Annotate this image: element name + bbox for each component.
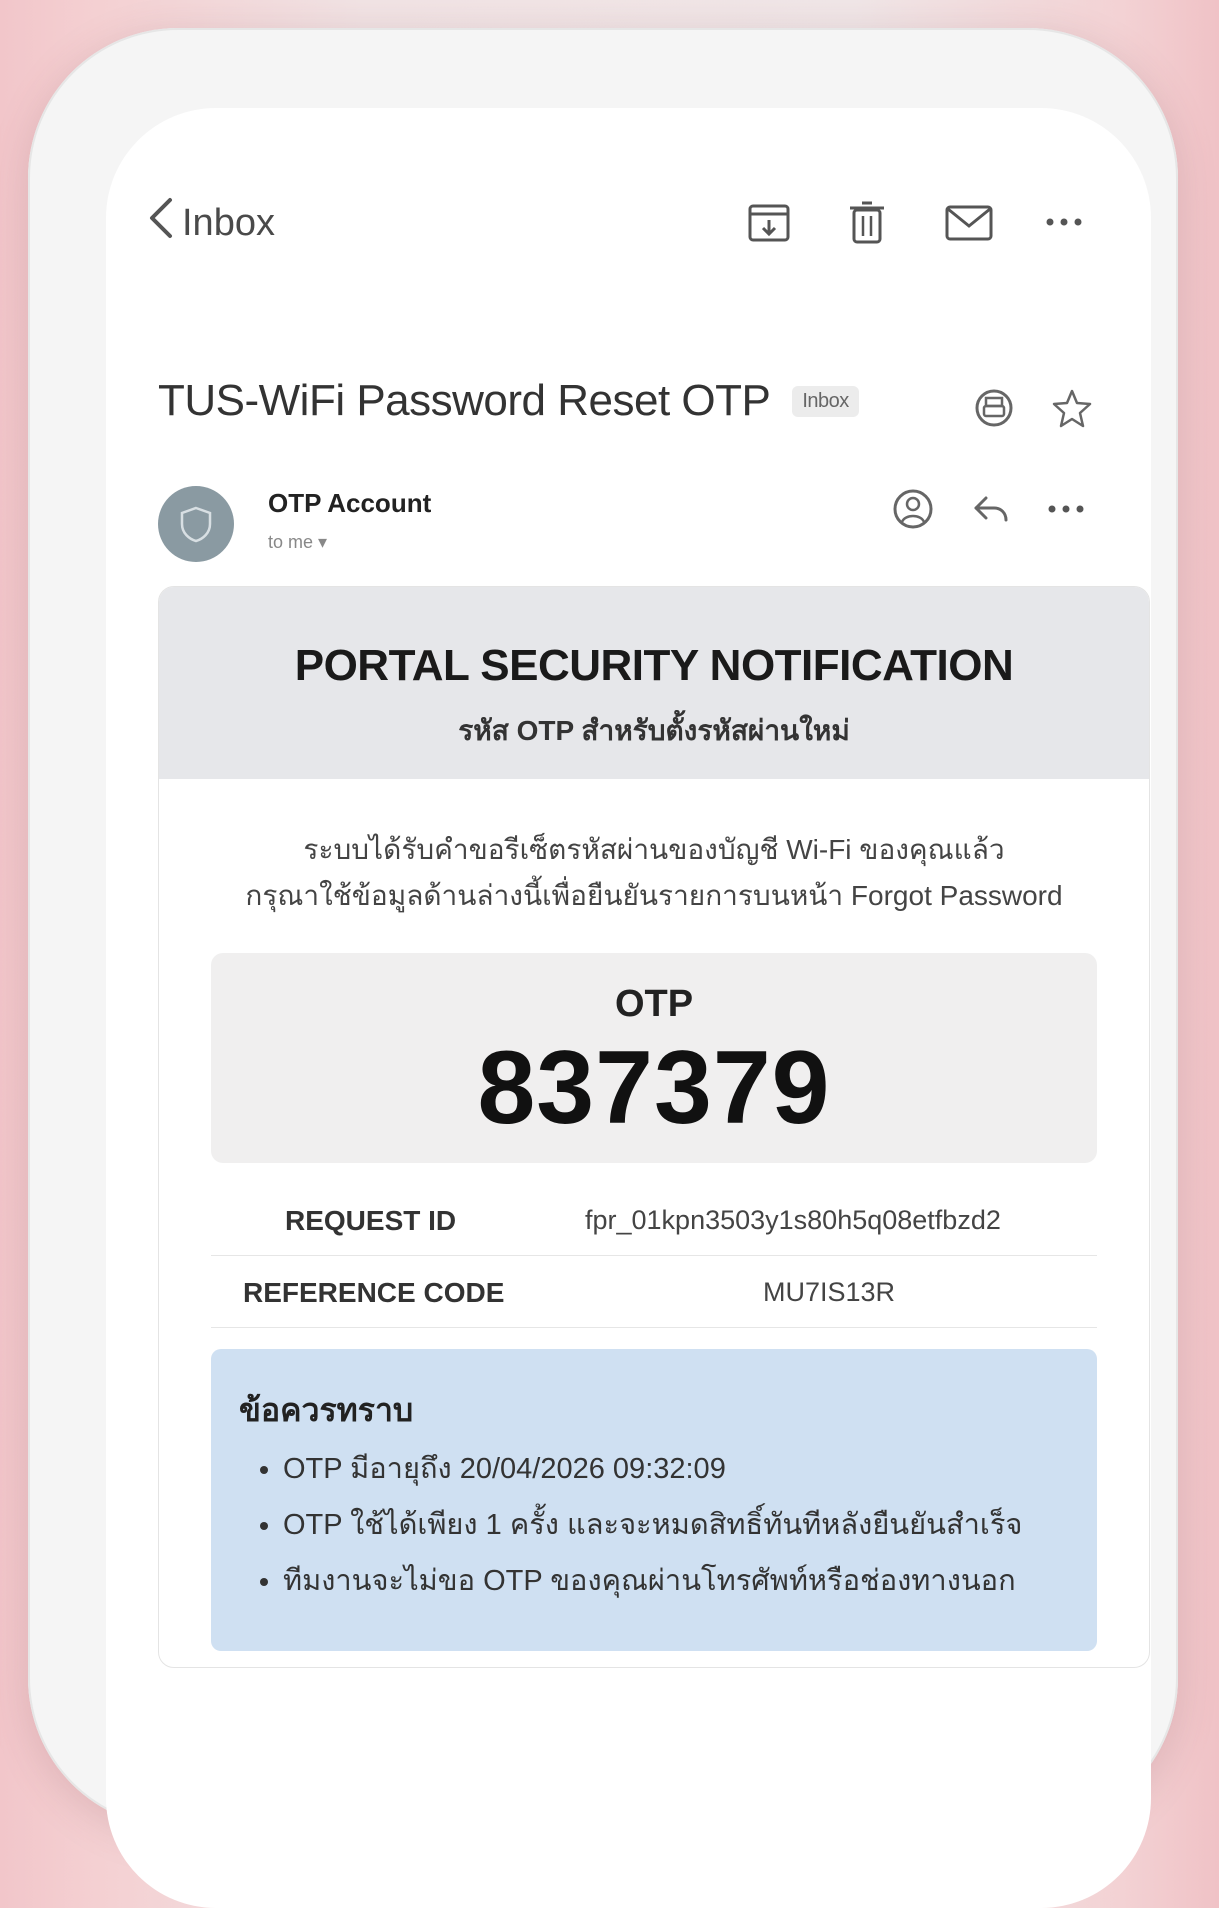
star-icon[interactable]	[1050, 386, 1094, 430]
shield-icon	[180, 506, 212, 543]
notice-box: ข้อควรทราบ OTP มีอายุถึง 20/04/2026 09:3…	[211, 1349, 1097, 1651]
chevron-left-icon	[148, 196, 174, 250]
card-header: PORTAL SECURITY NOTIFICATION รหัส OTP สำ…	[159, 587, 1149, 779]
mail-screen: Inbox TUS-WiFi Password Reset OTP Inbox	[106, 108, 1151, 1908]
card-subtitle: รหัส OTP สำหรับตั้งรหัสผ่านใหม่	[458, 715, 850, 746]
phone-frame: Inbox TUS-WiFi Password Reset OTP Inbox	[28, 28, 1178, 1908]
folder-badge[interactable]: Inbox	[792, 385, 859, 417]
intro-line-1: ระบบได้รับคำขอรีเซ็ตรหัสผ่านของบัญชี Wi-…	[303, 834, 1005, 865]
mail-icon[interactable]	[942, 198, 996, 246]
notice-title: ข้อควรทราบ	[239, 1392, 414, 1428]
email-body-card: PORTAL SECURITY NOTIFICATION รหัส OTP สำ…	[158, 586, 1150, 1668]
avatar	[158, 486, 234, 562]
email-subject: TUS-WiFi Password Reset OTP Inbox	[158, 376, 859, 426]
request-id-label: REQUEST ID	[285, 1205, 457, 1236]
otp-box: OTP 837379	[211, 953, 1097, 1163]
intro-text: ระบบได้รับคำขอรีเซ็ตรหัสผ่านของบัญชี Wi-…	[159, 827, 1149, 919]
more-icon[interactable]	[1044, 486, 1088, 532]
emoji-react-icon[interactable]	[890, 486, 936, 532]
list-item: ทีมงานจะไม่ขอ OTP ของคุณผ่านโทรศัพท์หรือ…	[283, 1553, 1022, 1609]
archive-icon[interactable]	[744, 198, 794, 246]
back-label: Inbox	[182, 201, 275, 244]
card-title: PORTAL SECURITY NOTIFICATION	[294, 641, 1014, 690]
list-item: OTP มีอายุถึง 20/04/2026 09:32:09	[283, 1441, 1022, 1497]
request-id-value: fpr_01kpn3503y1s80h5q08etfbzd2	[585, 1205, 1001, 1235]
top-toolbar: Inbox	[106, 108, 1151, 244]
subject-text: TUS-WiFi Password Reset OTP	[158, 376, 771, 425]
reference-code-label: REFERENCE CODE	[243, 1277, 505, 1308]
intro-line-2: กรุณาใช้ข้อมูลด้านล่างนี้เพื่อยืนยันรายก…	[245, 880, 1063, 911]
reply-icon[interactable]	[968, 486, 1014, 532]
reference-code-value: MU7IS13R	[763, 1277, 896, 1307]
trash-icon[interactable]	[842, 198, 892, 246]
request-id-row: REQUEST ID fpr_01kpn3503y1s80h5q08etfbzd…	[211, 1185, 1097, 1256]
print-icon[interactable]	[972, 386, 1016, 430]
recipient-details-toggle[interactable]: to me ▾	[268, 532, 327, 553]
otp-code[interactable]: 837379	[211, 1029, 1097, 1148]
list-item: OTP ใช้ได้เพียง 1 ครั้ง และจะหมดสิทธิ์ทั…	[283, 1497, 1022, 1553]
reference-code-row: REFERENCE CODE MU7IS13R	[211, 1257, 1097, 1328]
notice-list: OTP มีอายุถึง 20/04/2026 09:32:09 OTP ใช…	[255, 1441, 1022, 1609]
more-icon[interactable]	[1042, 198, 1086, 246]
sender-name[interactable]: OTP Account	[268, 488, 431, 519]
otp-label: OTP	[614, 983, 694, 1025]
back-to-inbox-button[interactable]: Inbox	[148, 196, 275, 250]
